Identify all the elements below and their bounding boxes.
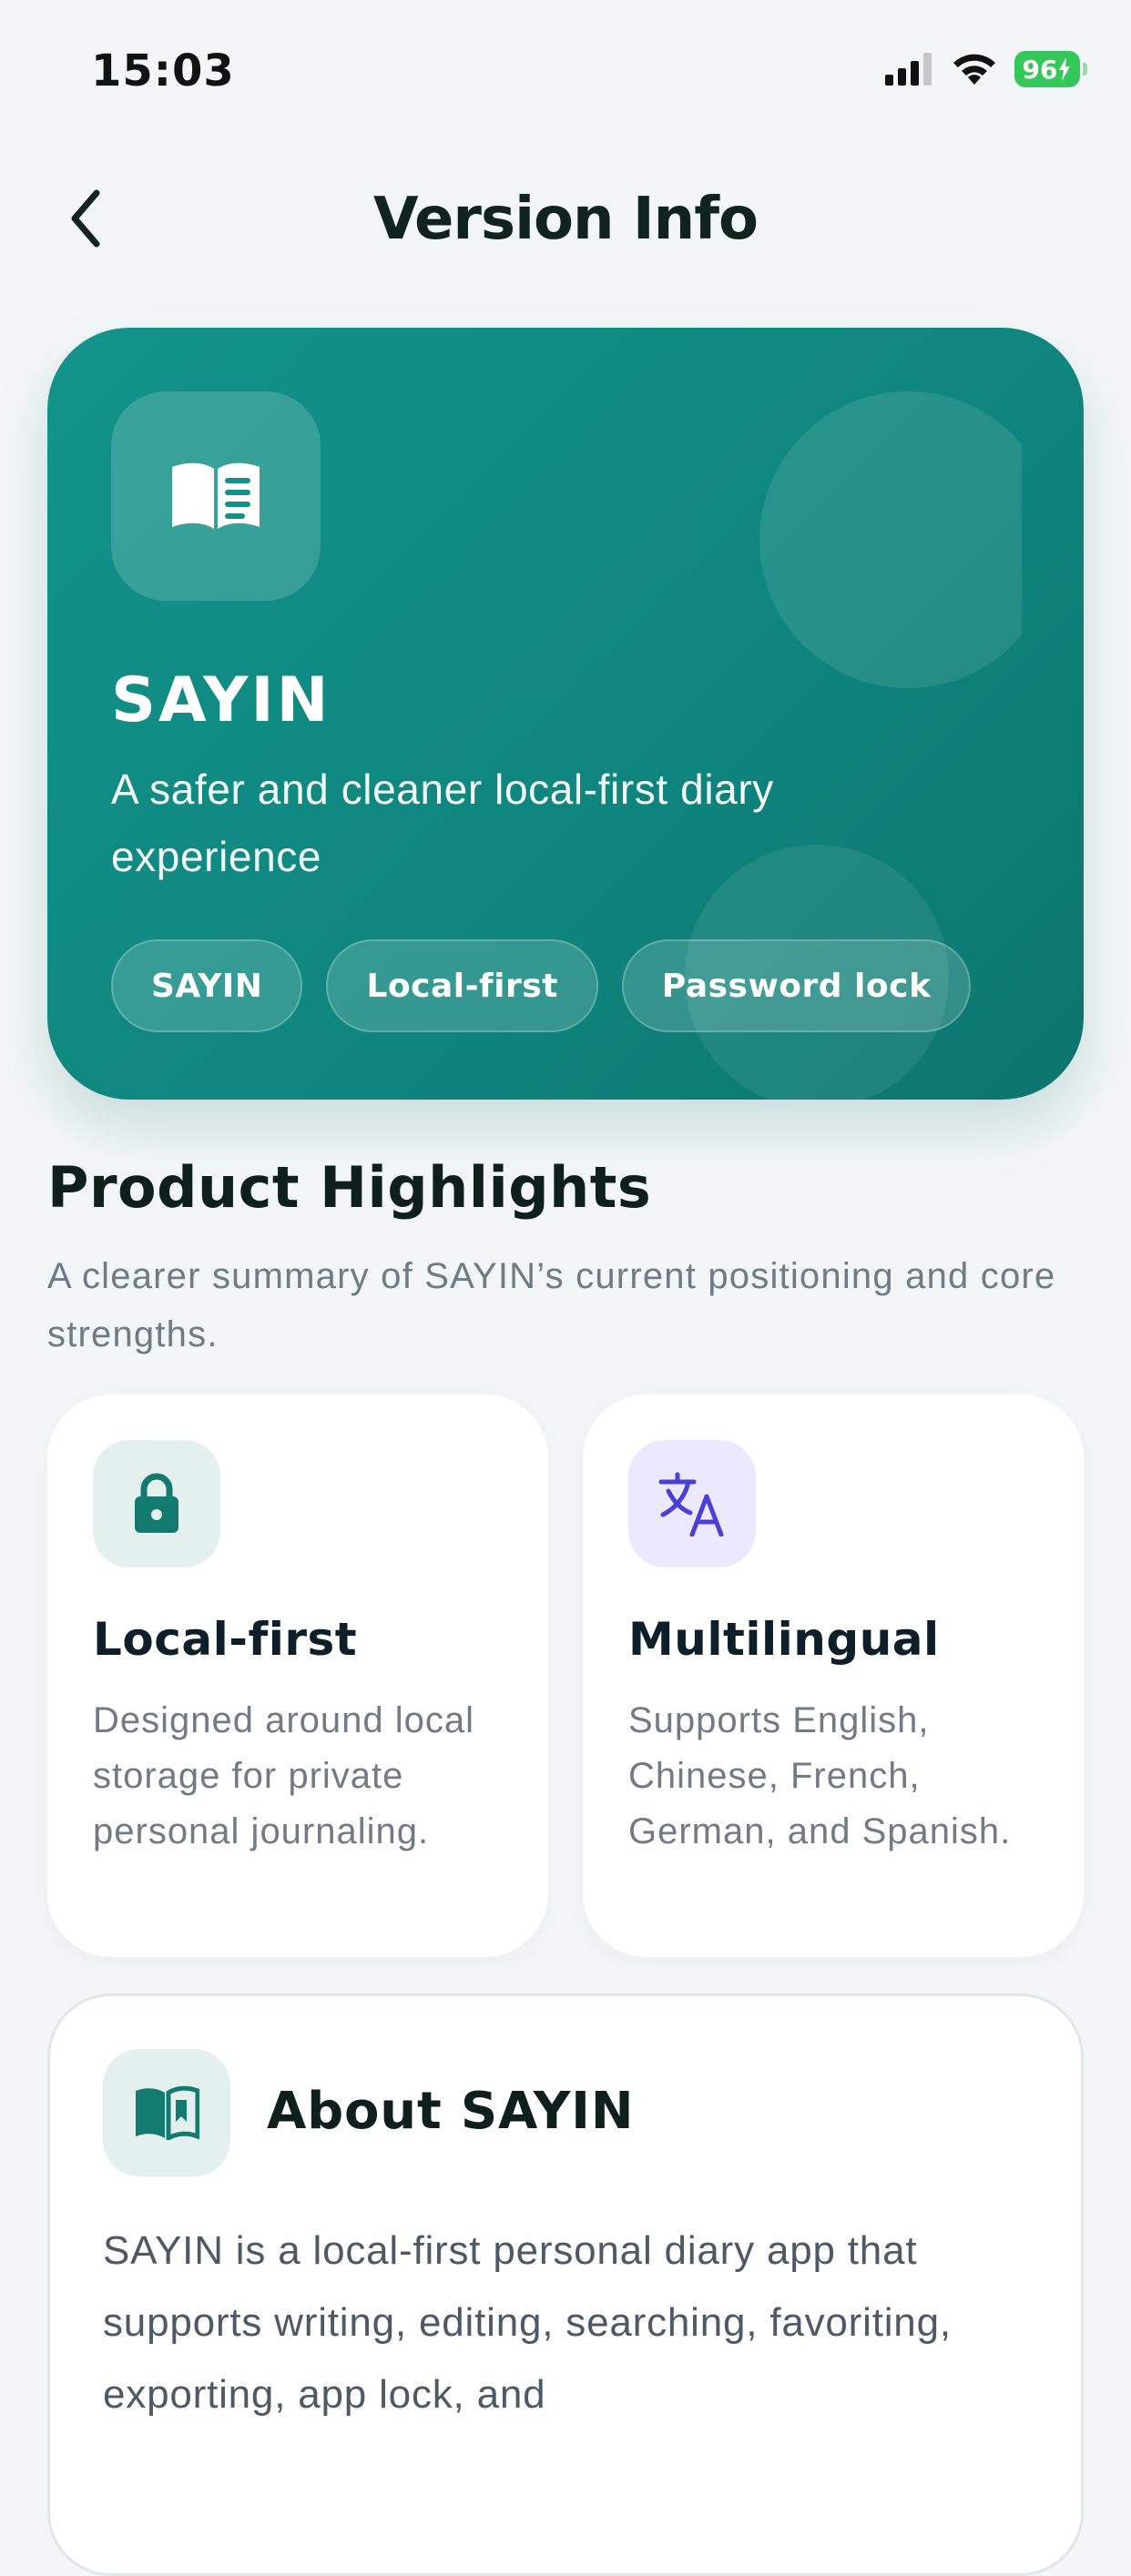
hero-card: SAYIN A safer and cleaner local-first di… [47,328,1084,1100]
page-title: Version Info [372,186,759,253]
app-name: SAYIN [111,664,331,736]
feature-card-multilingual: Multilingual Supports English, Chinese, … [583,1394,1084,1957]
feature-description: Designed around local storage for privat… [93,1700,475,1851]
app-tagline: A safer and cleaner local-first diary ex… [111,766,774,880]
hero-tags: SAYIN Local-first Password lock [111,939,972,1032]
battery-indicator: 96 [1014,51,1087,87]
lock-icon [135,1473,178,1533]
feature-icon-container [93,1440,220,1567]
wifi-icon [953,54,995,85]
section-subtitle-highlights: A clearer summary of SAYIN’s current pos… [47,1256,1056,1354]
translate-icon [658,1472,724,1536]
status-time: 15:03 [91,46,235,96]
open-book-icon [172,462,260,529]
feature-title: Local-first [93,1613,358,1666]
app-logo [111,391,321,601]
feature-card-local-first: Local-first Designed around local storag… [47,1394,548,1957]
charging-bolt-icon [1059,57,1071,81]
cellular-signal-icon [885,53,932,86]
about-title: About SAYIN [267,2082,635,2141]
about-description: SAYIN is a local-first personal diary ap… [103,2228,952,2417]
battery-level: 96 [1022,54,1058,85]
open-book-icon [136,2085,199,2140]
nav-header: Version Info [0,164,1131,273]
status-bar: 15:03 96 [0,0,1131,137]
tag-local-first: Local-first [326,939,598,1032]
about-card: About SAYIN SAYIN is a local-first perso… [47,1993,1084,2576]
tag-password-lock: Password lock [621,939,972,1032]
section-title-highlights: Product Highlights [47,1154,652,1221]
feature-description: Supports English, Chinese, French, Germa… [628,1700,1012,1851]
feature-icon-container [628,1440,756,1567]
feature-title: Multilingual [628,1613,940,1666]
hero-decoration-circle [759,391,1022,688]
about-icon-container [103,2049,230,2176]
status-icons: 96 [885,51,1087,87]
tag-sayin: SAYIN [111,939,303,1032]
